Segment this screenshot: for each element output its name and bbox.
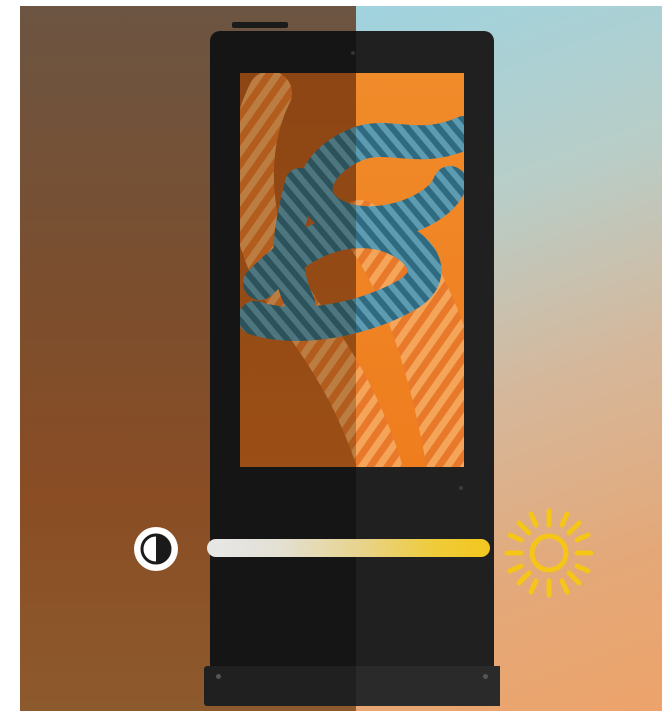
camera-dot (351, 51, 355, 55)
background-scene (20, 6, 662, 711)
kiosk-screen (240, 73, 464, 467)
base-screw (216, 674, 221, 679)
kiosk-base (204, 666, 500, 706)
kiosk-display (210, 31, 494, 671)
sensor-dot (459, 486, 463, 490)
contrast-icon (134, 527, 178, 571)
kiosk-top-cap (232, 22, 288, 28)
rope-knot-image (240, 73, 464, 467)
kiosk-base-bright-half (356, 666, 500, 706)
sun-icon (504, 508, 594, 598)
brightness-slider-track[interactable] (207, 539, 490, 557)
base-screw (483, 674, 488, 679)
